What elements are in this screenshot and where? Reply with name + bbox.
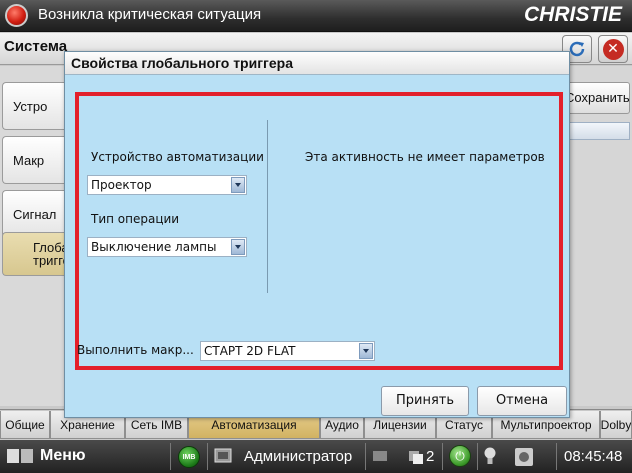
tab-dolby[interactable]: Dolby	[600, 411, 632, 439]
notifications-icon[interactable]	[408, 448, 426, 465]
dialog-title: Свойства глобального триггера	[65, 52, 569, 75]
chevron-down-icon	[231, 177, 245, 193]
user-icon	[214, 448, 232, 463]
no-parameters-text: Эта активность не имеет параметров	[305, 150, 545, 164]
alert-title: Возникла критическая ситуация	[38, 6, 262, 23]
operation-label: Тип операции	[91, 212, 180, 226]
refresh-icon	[569, 41, 585, 57]
network-icon	[373, 451, 387, 461]
clock-time: 08:45:48	[564, 448, 623, 465]
chevron-down-icon	[231, 239, 245, 255]
operation-select[interactable]: Выключение лампы	[87, 237, 247, 257]
close-icon: ✕	[602, 38, 624, 60]
imb-status-icon[interactable]: IMB	[178, 446, 200, 468]
current-user: Администратор	[244, 448, 353, 465]
tab-general[interactable]: Общие	[0, 411, 50, 439]
clock-icon	[515, 448, 533, 466]
power-icon[interactable]: ⏻	[449, 445, 471, 467]
section-divider	[267, 120, 268, 293]
chevron-down-icon	[359, 343, 373, 359]
macro-label: Выполнить макр...	[77, 343, 194, 357]
lamp-icon[interactable]	[483, 446, 497, 468]
device-label: Устройство автоматизации	[91, 150, 264, 164]
highlight-frame	[75, 92, 563, 370]
list-header-strip	[566, 122, 630, 140]
menu-icon[interactable]	[6, 447, 34, 465]
alerts-count: 2	[426, 448, 435, 465]
cancel-button[interactable]: Отмена	[477, 386, 567, 416]
critical-alert-icon[interactable]	[5, 4, 28, 27]
status-bar: Меню IMB Администратор 2 ⏻ 08:45:48	[0, 440, 632, 473]
close-button[interactable]: ✕	[598, 35, 628, 63]
christie-logo: CHRISTIE	[523, 3, 622, 26]
macro-select[interactable]: СТАРТ 2D FLAT	[200, 341, 375, 361]
top-bar: Возникла критическая ситуация CHRISTIE	[0, 0, 632, 32]
global-trigger-properties-dialog: Свойства глобального триггера Устройство…	[64, 51, 570, 418]
device-select[interactable]: Проектор	[87, 175, 247, 195]
accept-button[interactable]: Принять	[381, 386, 469, 416]
page-title: Система	[4, 38, 68, 55]
menu-button[interactable]: Меню	[40, 447, 86, 465]
